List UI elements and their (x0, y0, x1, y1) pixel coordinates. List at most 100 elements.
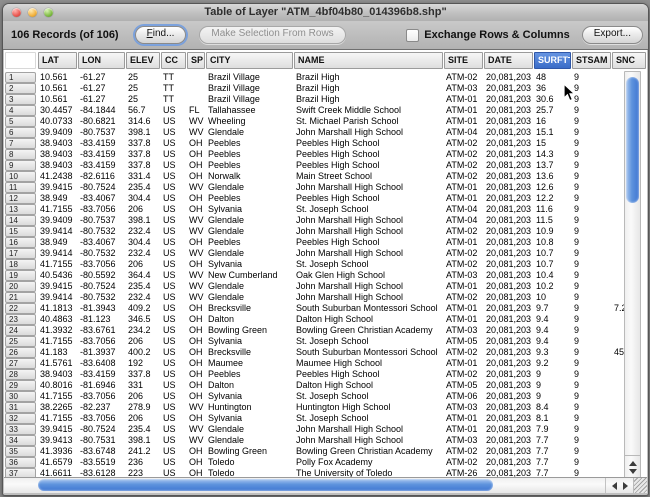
row-number-button[interactable]: 22 (5, 303, 36, 314)
cell-lon: -80.7524 (80, 182, 116, 192)
row-number-button[interactable]: 25 (5, 336, 36, 347)
vertical-scrollbar[interactable] (624, 71, 641, 459)
row-number-button[interactable]: 16 (5, 237, 36, 248)
column-header-lon[interactable]: LON (78, 52, 125, 69)
export-button[interactable]: Export... (581, 26, 643, 44)
cell-stsam: 9 (574, 424, 580, 434)
cell-lon: -83.7056 (80, 336, 116, 346)
row-number-button[interactable]: 28 (5, 369, 36, 380)
row-number-button[interactable]: 23 (5, 314, 36, 325)
column-header-lat[interactable]: LAT (38, 52, 77, 69)
exchange-rows-columns-checkbox[interactable] (406, 28, 420, 42)
scroll-up-arrow[interactable] (628, 461, 637, 466)
row-number-button[interactable]: 9 (5, 160, 36, 171)
cell-city: Bowling Green (208, 325, 268, 335)
row-number-button[interactable]: 5 (5, 116, 36, 127)
cell-lon: -80.7524 (80, 424, 116, 434)
cell-stsam: 9 (574, 468, 580, 477)
cell-site: ATM-02 (446, 149, 478, 159)
column-header-site[interactable]: SITE (444, 52, 483, 69)
row-number-button[interactable]: 34 (5, 435, 36, 446)
cell-stsam: 9 (574, 171, 580, 181)
cell-date: 20,081,203 (486, 204, 532, 214)
row-number-button[interactable]: 6 (5, 127, 36, 138)
row-number-button[interactable]: 4 (5, 105, 36, 116)
exchange-rows-columns-label: Exchange Rows & Columns (424, 29, 570, 41)
row-number-button[interactable]: 10 (5, 171, 36, 182)
row-number-button[interactable]: 8 (5, 149, 36, 160)
cell-stsam: 9 (574, 281, 580, 291)
row-number-button[interactable]: 17 (5, 248, 36, 259)
table-row: 34 39.9413 -80.7531 398.1 US WV Glendale John M… (4, 435, 647, 446)
row-number-button[interactable]: 33 (5, 424, 36, 435)
column-header-name[interactable]: NAME (294, 52, 443, 69)
cell-lon: -80.7537 (80, 127, 116, 137)
table-row: 36 41.6579 -83.5519 236 US OH Toledo Polly Fox … (4, 457, 647, 468)
find-button[interactable]: Find... (134, 26, 187, 44)
row-number-button[interactable]: 36 (5, 457, 36, 468)
cell-cc: US (163, 303, 176, 313)
row-number-button[interactable]: 2 (5, 83, 36, 94)
row-number-button[interactable]: 3 (5, 94, 36, 105)
row-number-button[interactable]: 21 (5, 292, 36, 303)
scroll-right-arrow[interactable] (623, 481, 628, 490)
cell-lat: 41.5761 (40, 358, 73, 368)
horizontal-scrollbar-thumb[interactable] (38, 479, 493, 491)
row-number-button[interactable]: 27 (5, 358, 36, 369)
title-bar[interactable]: Table of Layer "ATM_4bf04b80_014396b8.sh… (3, 4, 648, 22)
row-number-button[interactable]: 1 (5, 72, 36, 83)
table-row: 25 41.7155 -83.7056 206 US OH Sylvania St. Jose… (4, 336, 647, 347)
minimize-button[interactable] (28, 8, 37, 17)
column-header-snc[interactable]: SNC (612, 52, 646, 69)
row-number-button[interactable]: 35 (5, 446, 36, 457)
cell-cc: US (163, 127, 176, 137)
make-selection-from-rows-button[interactable]: Make Selection From Rows (199, 26, 346, 44)
cell-name: St. Joseph School (296, 204, 369, 214)
horizontal-scrollbar[interactable] (4, 477, 647, 493)
vertical-scrollbar-thumb[interactable] (626, 77, 639, 203)
cell-lon: -81.3937 (80, 347, 116, 357)
row-number-button[interactable]: 18 (5, 259, 36, 270)
cell-stsam: 9 (574, 94, 580, 104)
close-button[interactable] (12, 8, 21, 17)
row-number-button[interactable]: 24 (5, 325, 36, 336)
cell-surft: 14.3 (536, 149, 554, 159)
cell-lat: 41.183 (40, 347, 68, 357)
row-number-button[interactable]: 11 (5, 182, 36, 193)
column-header-cc[interactable]: CC (161, 52, 186, 69)
cell-cc: US (163, 358, 176, 368)
zoom-button[interactable] (44, 8, 53, 17)
table-row: 4 30.4457 -84.1844 56.7 US FL Tallahassee Swift… (4, 105, 647, 116)
cell-surft: 9.2 (536, 358, 549, 368)
table-row: 3 10.561 -61.27 25 TT Brazil Village Brazil Hi… (4, 94, 647, 105)
column-header-sp[interactable]: SP (187, 52, 205, 69)
row-number-button[interactable]: 15 (5, 226, 36, 237)
window-resize-grip[interactable] (633, 478, 647, 493)
row-number-button[interactable]: 26 (5, 347, 36, 358)
cell-elev: 223 (128, 468, 144, 477)
row-number-button[interactable]: 13 (5, 204, 36, 215)
scroll-left-arrow[interactable] (612, 481, 617, 490)
row-number-button[interactable]: 7 (5, 138, 36, 149)
row-number-button[interactable]: 14 (5, 215, 36, 226)
cell-name: John Marshall High School (296, 424, 404, 434)
cell-cc: US (163, 336, 176, 346)
column-header-city[interactable]: CITY (206, 52, 293, 69)
column-header-elev[interactable]: ELEV (126, 52, 160, 69)
row-number-button[interactable]: 32 (5, 413, 36, 424)
row-number-button[interactable]: 29 (5, 380, 36, 391)
row-number-button[interactable]: 19 (5, 270, 36, 281)
table-row: 35 41.3936 -83.6748 241.2 US OH Bowling Green B… (4, 446, 647, 457)
row-number-button[interactable]: 37 (5, 468, 36, 477)
row-number-button[interactable]: 31 (5, 402, 36, 413)
row-number-button[interactable]: 30 (5, 391, 36, 402)
column-header-stsam[interactable]: STSAM (572, 52, 611, 69)
row-number-button[interactable]: 12 (5, 193, 36, 204)
cell-stsam: 9 (574, 347, 580, 357)
scroll-down-arrow[interactable] (628, 469, 637, 474)
table-row: 33 39.9415 -80.7524 235.4 US WV Glendale John M… (4, 424, 647, 435)
column-header-surft[interactable]: SURFT (534, 52, 571, 69)
cell-name: John Marshall High School (296, 248, 404, 258)
row-number-button[interactable]: 20 (5, 281, 36, 292)
column-header-date[interactable]: DATE (484, 52, 533, 69)
